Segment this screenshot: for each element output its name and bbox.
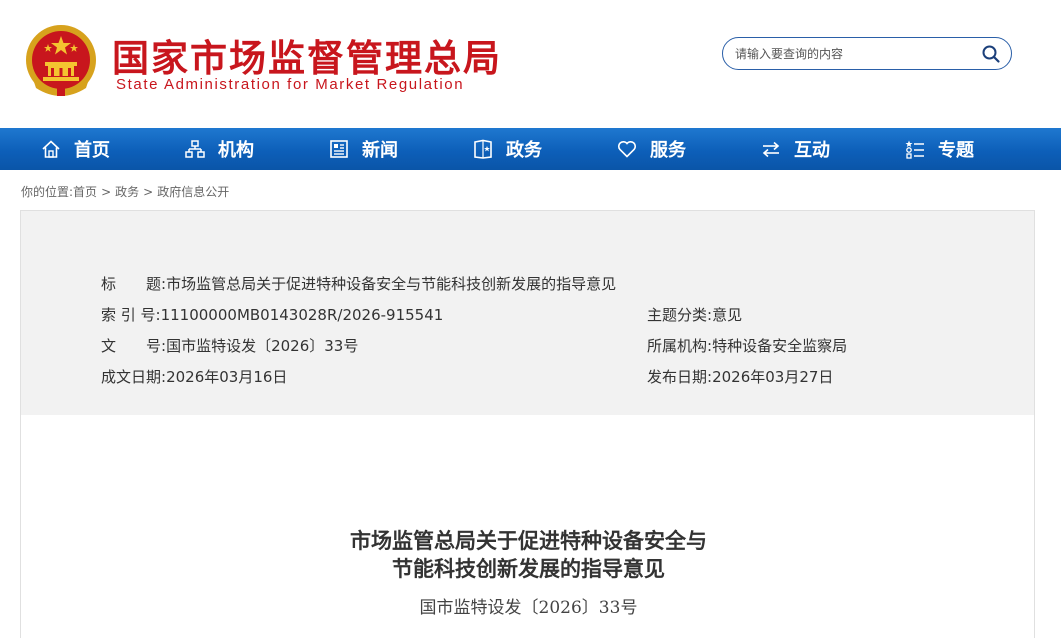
meta-written-date-label: 成文日期: — [101, 368, 167, 386]
nav-item-government-affairs[interactable]: 政务 — [472, 128, 542, 170]
home-icon — [42, 140, 60, 158]
meta-topic-label: 主题分类: — [647, 306, 713, 324]
meta-written-date-value: 2026年03月16日 — [166, 368, 288, 386]
main-nav: 首页 机构 新闻 政务 服务 互动 专题 — [0, 128, 1061, 170]
org-chart-icon — [185, 140, 205, 158]
meta-index-row: 索 引 号:11100000MB0143028R/2026-915541 — [101, 304, 443, 325]
search-icon[interactable] — [981, 44, 1001, 64]
nav-item-label: 政务 — [506, 140, 542, 161]
meta-topic-row: 主题分类:意见 — [647, 304, 742, 325]
breadcrumb-prefix: 你的位置: — [21, 185, 74, 199]
meta-published-date-label: 发布日期: — [647, 368, 713, 386]
document-metadata-panel: 标 题:市场监管总局关于促进特种设备安全与节能科技创新发展的指导意见 索 引 号… — [20, 210, 1035, 416]
meta-doc-number-value: 国市监特设发〔2026〕33号 — [166, 337, 359, 355]
meta-agency-value: 特种设备安全监察局 — [712, 337, 848, 355]
nav-item-label: 机构 — [218, 140, 254, 161]
meta-doc-number-row: 文 号:国市监特设发〔2026〕33号 — [101, 335, 358, 356]
meta-published-date-value: 2026年03月27日 — [712, 368, 834, 386]
news-icon — [330, 140, 348, 158]
search-input[interactable] — [733, 43, 977, 65]
nav-item-label: 互动 — [794, 140, 830, 161]
meta-doc-number-label: 文 号: — [101, 337, 167, 355]
meta-published-date-row: 发布日期:2026年03月27日 — [647, 366, 833, 387]
document-title-line-2: 节能科技创新发展的指导意见 — [392, 556, 665, 581]
breadcrumb-separator: > — [101, 185, 112, 199]
document-title-line-1: 市场监管总局关于促进特种设备安全与 — [350, 528, 707, 553]
exchange-arrows-icon — [762, 141, 780, 158]
breadcrumb: 你的位置:首页 > 政务 > 政府信息公开 — [21, 183, 229, 200]
breadcrumb-link-affairs[interactable]: 政务 — [115, 185, 139, 199]
breadcrumb-link-info-disclosure[interactable]: 政府信息公开 — [157, 185, 229, 199]
site-header: 国家市场监督管理总局 State Administration for Mark… — [0, 0, 1061, 128]
meta-agency-label: 所属机构: — [647, 337, 713, 355]
meta-title-label: 标 题: — [101, 275, 167, 293]
nav-item-interaction[interactable]: 互动 — [760, 128, 830, 170]
nav-item-home[interactable]: 首页 — [40, 128, 110, 170]
nav-item-topics[interactable]: 专题 — [904, 128, 974, 170]
meta-title-row: 标 题:市场监管总局关于促进特种设备安全与节能科技创新发展的指导意见 — [101, 273, 616, 294]
meta-index-label: 索 引 号: — [101, 306, 161, 324]
meta-agency-row: 所属机构:特种设备安全监察局 — [647, 335, 847, 356]
document-number: 国市监特设发〔2026〕33号 — [419, 598, 638, 618]
national-emblem-icon[interactable] — [24, 22, 98, 98]
heart-icon — [617, 141, 637, 158]
search-box — [722, 37, 1012, 70]
nav-item-label: 新闻 — [362, 140, 398, 161]
document-body: 市场监管总局关于促进特种设备安全与 节能科技创新发展的指导意见 国市监特设发〔2… — [20, 415, 1035, 638]
breadcrumb-link-home[interactable]: 首页 — [73, 185, 97, 199]
meta-written-date-row: 成文日期:2026年03月16日 — [101, 366, 287, 387]
site-title: 国家市场监督管理总局 — [112, 37, 502, 80]
meta-topic-value: 意见 — [712, 306, 743, 324]
nav-item-news[interactable]: 新闻 — [328, 128, 398, 170]
nav-item-services[interactable]: 服务 — [616, 128, 686, 170]
meta-title-value: 市场监管总局关于促进特种设备安全与节能科技创新发展的指导意见 — [166, 275, 617, 293]
meta-index-value: 11100000MB0143028R/2026-915541 — [160, 306, 444, 324]
nav-item-label: 服务 — [650, 140, 686, 161]
government-affairs-icon — [474, 139, 492, 159]
nav-item-label: 专题 — [938, 140, 974, 161]
nav-item-label: 首页 — [74, 140, 110, 161]
breadcrumb-separator: > — [143, 185, 154, 199]
topic-list-icon — [905, 140, 924, 159]
nav-item-organization[interactable]: 机构 — [184, 128, 254, 170]
site-subtitle: State Administration for Market Regulati… — [116, 76, 465, 93]
